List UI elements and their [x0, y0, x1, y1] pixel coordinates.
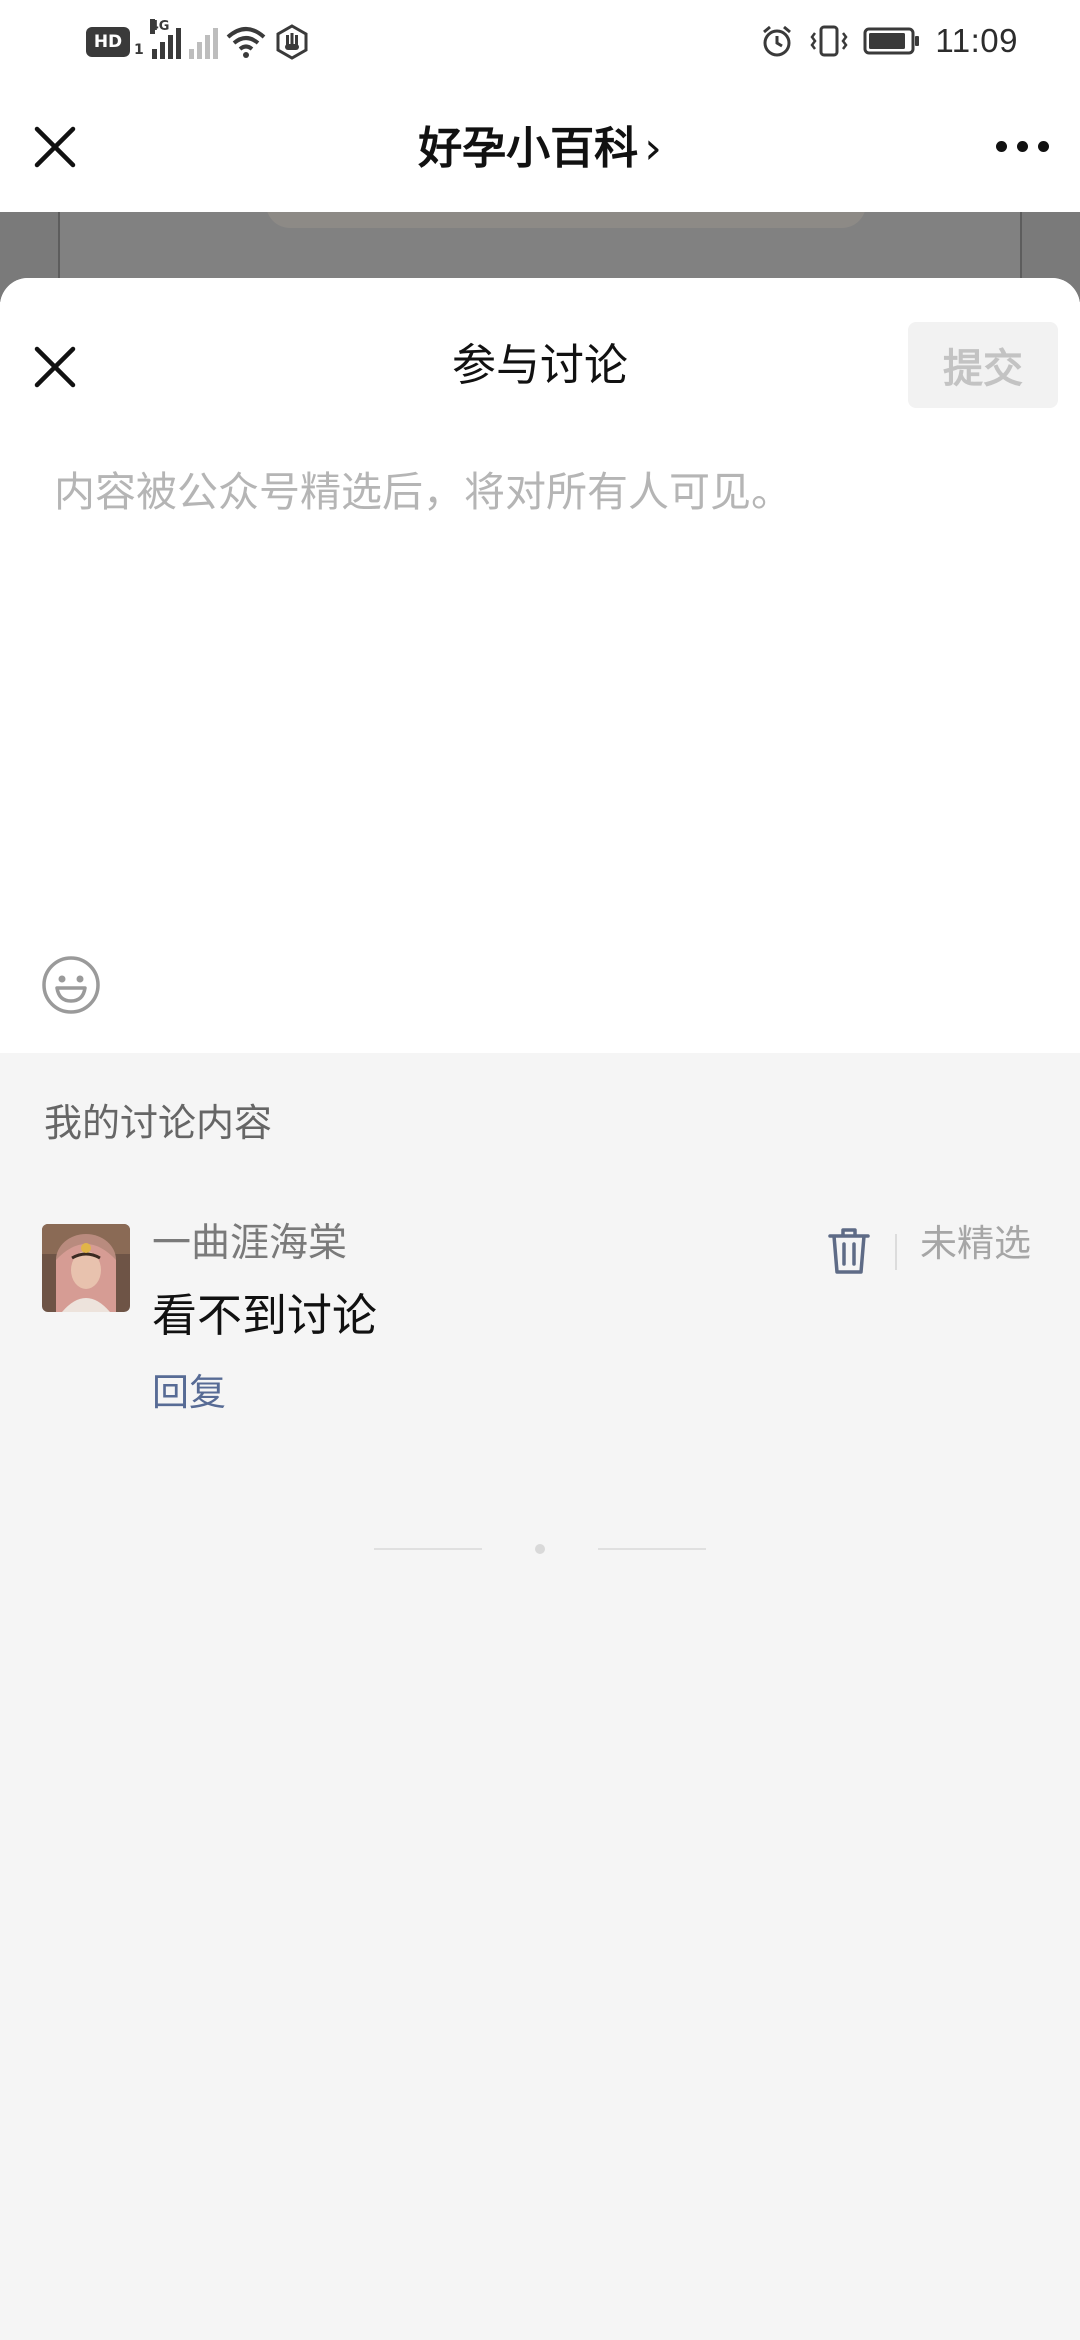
- more-icon[interactable]: [992, 134, 1052, 158]
- status-bar: HD 1 4G 11:09: [0, 0, 1080, 82]
- emoji-icon[interactable]: [40, 954, 102, 1016]
- my-discussions-title: 我的讨论内容: [44, 1101, 273, 1145]
- battery-icon: [863, 27, 920, 55]
- page-title-text: 好孕小百科: [418, 123, 639, 174]
- status-badge: 未精选: [920, 1222, 1031, 1265]
- submit-button[interactable]: 提交: [908, 322, 1058, 408]
- hd-icon: HD: [86, 27, 130, 57]
- trash-icon[interactable]: [826, 1226, 872, 1276]
- chevron-right-icon: ›: [644, 123, 662, 174]
- alarm-icon: [763, 25, 792, 57]
- hand-icon: [276, 24, 308, 60]
- end-divider-left: [374, 1548, 482, 1550]
- end-divider-right: [598, 1548, 706, 1550]
- divider: [895, 1234, 897, 1270]
- compose-panel: 参与讨论 提交: [0, 278, 1080, 1053]
- wifi-icon: [226, 27, 266, 58]
- status-time: 11:09: [935, 22, 1018, 59]
- vibrate-icon: [810, 25, 848, 57]
- comment-text: 看不到讨论: [152, 1289, 378, 1342]
- nav-bar: 好孕小百科 ›: [0, 82, 1080, 212]
- comment-author: 一曲涯海棠: [152, 1221, 348, 1266]
- comment-item: 一曲涯海棠 看不到讨论 回复 未精选: [0, 1221, 1080, 1424]
- network-type-label: 4G: [149, 19, 170, 34]
- discussion-sheet: 参与讨论 提交 我的讨论内容 一曲涯海棠 看不到讨论 回复: [0, 278, 1080, 2340]
- page-title[interactable]: 好孕小百科 ›: [0, 122, 1080, 176]
- avatar: [42, 1224, 130, 1312]
- reply-link[interactable]: 回复: [152, 1368, 226, 1418]
- sim-number: 1: [134, 42, 144, 58]
- end-divider-dot: [535, 1544, 545, 1554]
- no-signal-icon: [188, 25, 218, 59]
- article-image: [266, 212, 866, 228]
- signal-icon: 4G: [149, 19, 181, 59]
- discussion-input[interactable]: [54, 462, 1026, 782]
